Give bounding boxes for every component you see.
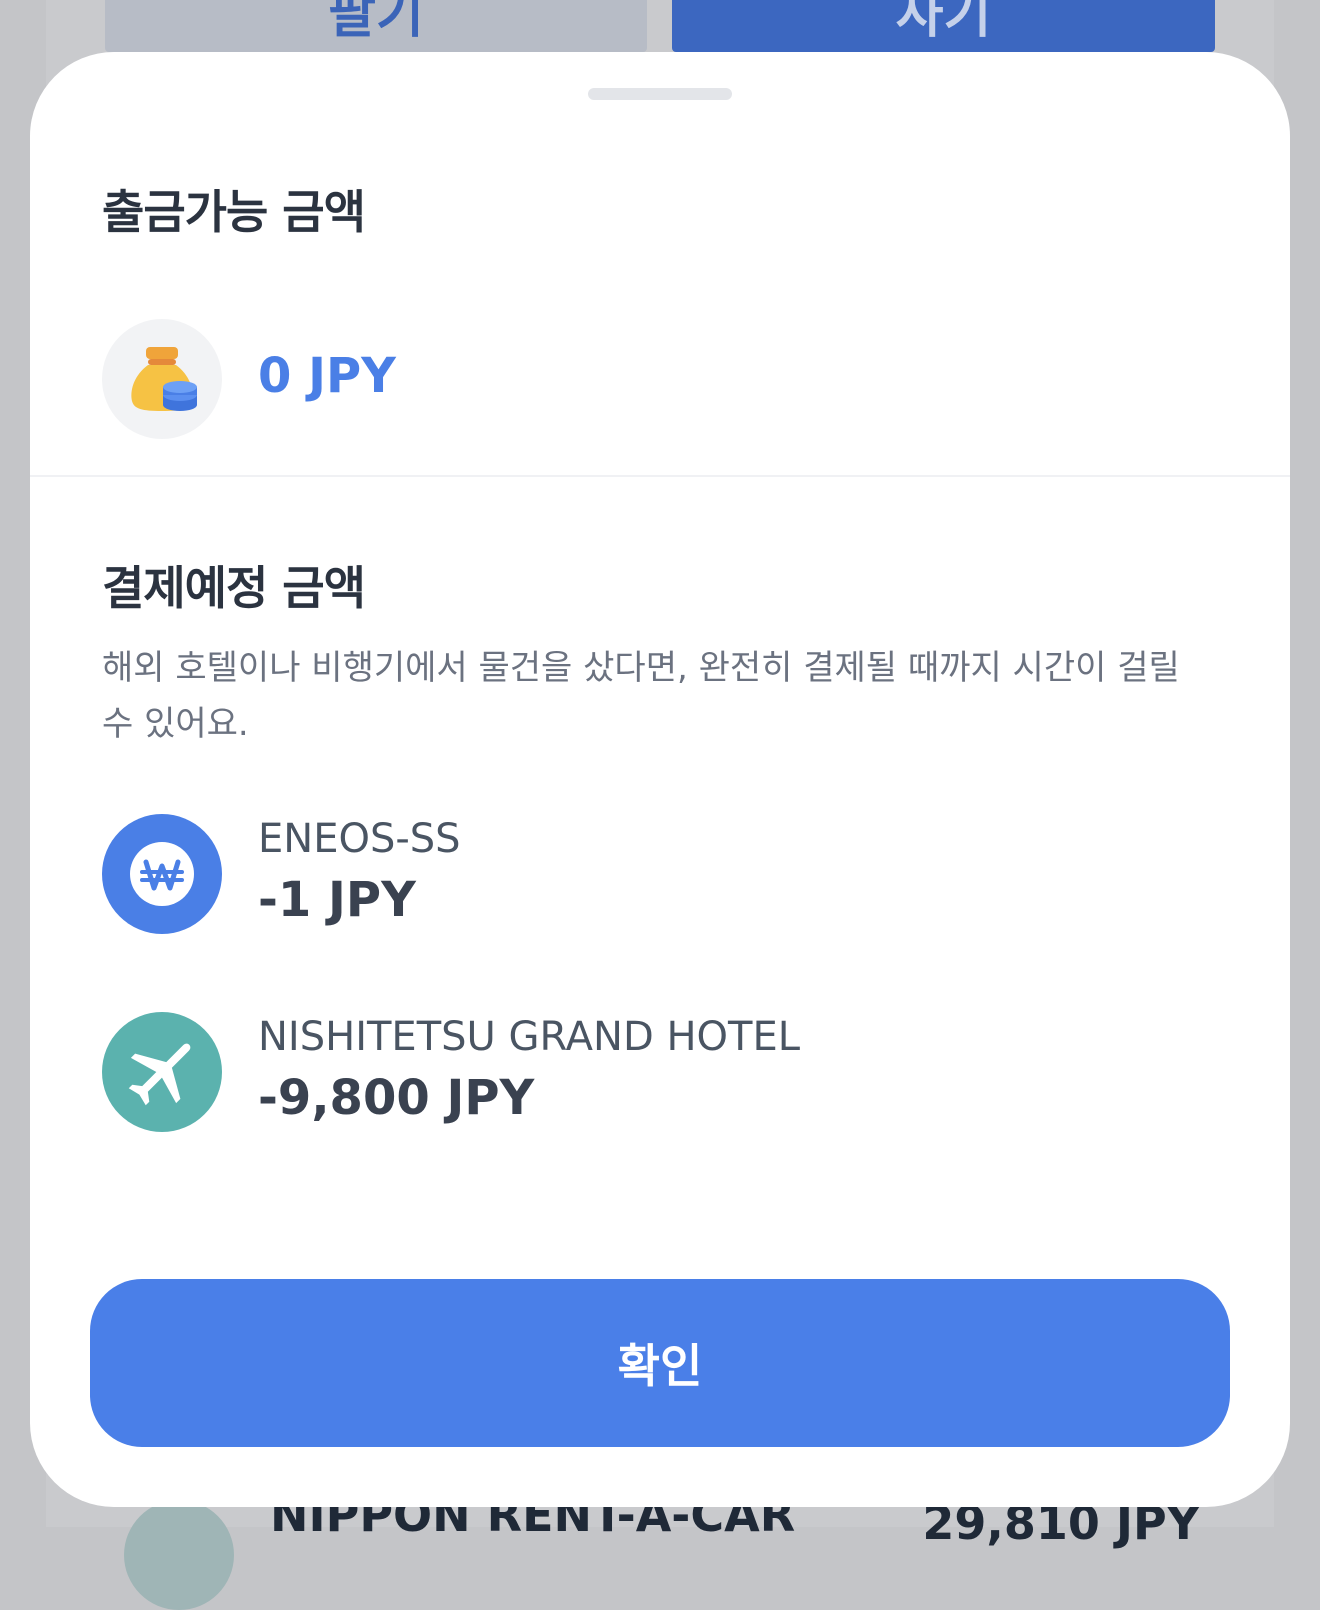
bottom-sheet: 출금가능 금액 0 JPY 결제예정 금액 해외 호텔이나 비행기에서 물건을 … xyxy=(30,52,1290,1507)
airplane-icon xyxy=(102,1012,222,1132)
sheet-drag-handle[interactable] xyxy=(588,88,732,100)
pending-title: 결제예정 금액 xyxy=(102,561,366,615)
buy-button: 사기 xyxy=(672,0,1215,52)
pending-description: 해외 호텔이나 비행기에서 물건을 샀다면, 완전히 결제될 때까지 시간이 걸… xyxy=(102,648,1180,744)
section-divider xyxy=(30,475,1290,477)
confirm-button[interactable]: 확인 xyxy=(90,1279,1230,1447)
pending-item-name: ENEOS-SS xyxy=(258,816,461,862)
sell-button: 팔기 xyxy=(105,0,647,52)
withdrawable-title: 출금가능 금액 xyxy=(102,185,366,239)
withdrawable-amount: 0 JPY xyxy=(258,348,396,404)
pending-item-name: NISHITETSU GRAND HOTEL xyxy=(258,1014,801,1060)
won-icon xyxy=(102,814,222,934)
pending-item-amount: -9,800 JPY xyxy=(258,1070,535,1126)
pending-item-amount: -1 JPY xyxy=(258,872,416,928)
background-row-icon xyxy=(124,1500,234,1610)
money-bag-icon xyxy=(102,319,222,439)
